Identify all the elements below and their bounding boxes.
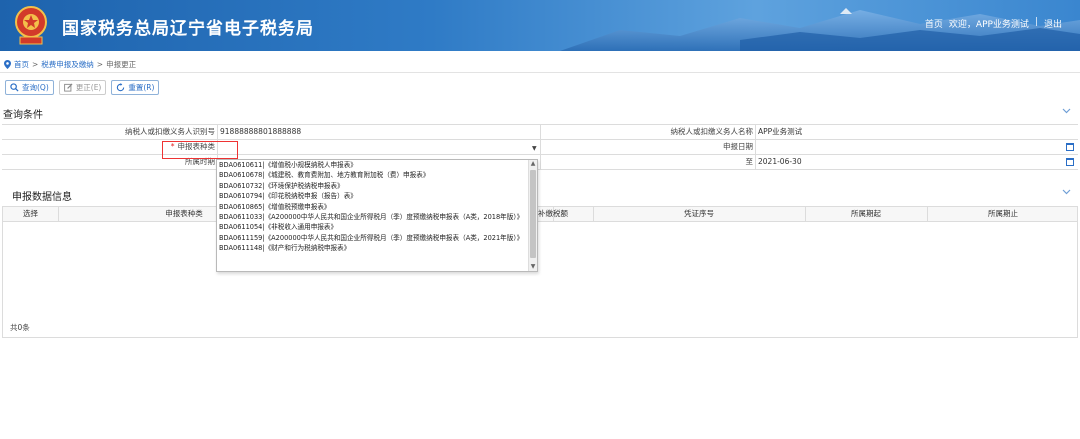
dropdown-option[interactable]: BDA0611054|《非税收入通用申报表》 [217,222,537,232]
breadcrumb: 首页 > 税费申报及缴纳 > 申报更正 [4,58,136,70]
scroll-up-icon[interactable]: ▲ [530,160,536,168]
dropdown-option[interactable]: BDA0610611|《增值税小规模纳税人申报表》 [217,160,537,170]
report-type-dropdown[interactable]: BDA0610611|《增值税小规模纳税人申报表》 BDA0610678|《城建… [216,159,538,272]
header-links: 首页 欢迎，APP业务测试 | 退出 [925,17,1062,30]
reset-button[interactable]: 重置(R) [111,80,160,95]
dropdown-option[interactable]: BDA0610794|《印花税纳税申报（报告）表》 [217,191,537,201]
total-count: 共0条 [10,323,30,332]
breadcrumb-sep: > [32,59,39,69]
highlight-annotation [162,141,238,159]
breadcrumb-current: 申报更正 [106,59,137,69]
taxpayer-id-label: 纳税人或扣缴义务人识别号 [125,127,215,136]
taxpayer-name-value: APP业务测试 [758,127,803,136]
query-button[interactable]: 查询(Q) [5,80,54,95]
dropdown-option[interactable]: BDA0610865|《增值税预缴申报表》 [217,202,537,212]
report-date-label: 申报日期 [723,142,753,151]
data-table-body [2,222,1078,338]
data-table-header: 选择 申报表种类 补缴税额 凭证序号 所属期起 所属期止 [2,206,1078,222]
column-period-start: 所属期起 [851,209,881,218]
dropdown-option[interactable]: BDA0610678|《城建税、教育费附加、地方教育附加税（费）申报表》 [217,170,537,180]
collapse-chevron-icon[interactable] [1062,106,1072,116]
data-section-title: 申报数据信息 [12,192,72,203]
site-title: 国家税务总局辽宁省电子税务局 [62,19,314,39]
scroll-thumb[interactable] [530,170,536,258]
report-date-input[interactable] [756,140,1078,154]
site-header: 国家税务总局辽宁省电子税务局 首页 欢迎，APP业务测试 | 退出 [0,0,1080,51]
header-separator: | [1034,17,1038,27]
taxpayer-name-label: 纳税人或扣缴义务人名称 [670,127,754,136]
collapse-chevron-icon[interactable] [1062,187,1072,197]
query-row-taxpayer: 纳税人或扣缴义务人识别号 91888888801888888 纳税人或扣缴义务人… [2,125,1078,140]
dropdown-option[interactable]: BDA0611033|《A200000中华人民共和国企业所得税月（季）度预缴纳税… [217,212,537,222]
toolbar: 查询(Q) 更正(E) 重置(R) [5,80,160,95]
breadcrumb-level1[interactable]: 税费申报及缴纳 [41,59,94,70]
home-link[interactable]: 首页 [925,17,943,30]
national-emblem-icon [12,4,50,46]
period-to-input[interactable]: 2021-06-30 [756,155,1078,169]
report-type-select[interactable] [218,140,540,154]
welcome-text: 欢迎，APP业务测试 [948,20,1029,30]
correct-button-label: 更正(E) [75,83,102,92]
query-button-label: 查询(Q) [22,83,49,92]
scroll-down-icon[interactable]: ▼ [530,263,536,271]
divider [0,72,1080,73]
period-to-label: 至 [745,157,754,166]
dropdown-option[interactable]: BDA0610732|《环境保护税纳税申报表》 [217,181,537,191]
search-icon [10,83,19,92]
column-voucher-no: 凭证序号 [684,209,714,218]
refresh-icon [117,83,125,92]
correct-button[interactable]: 更正(E) [58,80,107,95]
calendar-icon[interactable] [1066,143,1074,151]
dropdown-scrollbar[interactable]: ▲ ▼ [528,160,537,271]
dropdown-option[interactable]: BDA0611159|《A200000中华人民共和国企业所得税月（季）度预缴纳税… [217,233,537,243]
select-arrow-icon[interactable]: ▼ [532,145,537,152]
edit-icon [63,83,73,92]
location-pin-icon [4,59,11,69]
calendar-icon[interactable] [1066,158,1074,166]
breadcrumb-sep: > [96,59,104,69]
column-period-end: 所属期止 [988,209,1018,218]
taxpayer-id-value: 91888888801888888 [220,127,302,136]
query-section-title: 查询条件 [3,110,43,121]
dropdown-option[interactable]: BDA0611148|《财产和行为税纳税申报表》 [217,243,537,253]
logout-link[interactable]: 退出 [1044,17,1062,30]
reset-button-label: 重置(R) [128,83,155,92]
column-select: 选择 [23,209,38,218]
breadcrumb-home[interactable]: 首页 [14,59,29,70]
